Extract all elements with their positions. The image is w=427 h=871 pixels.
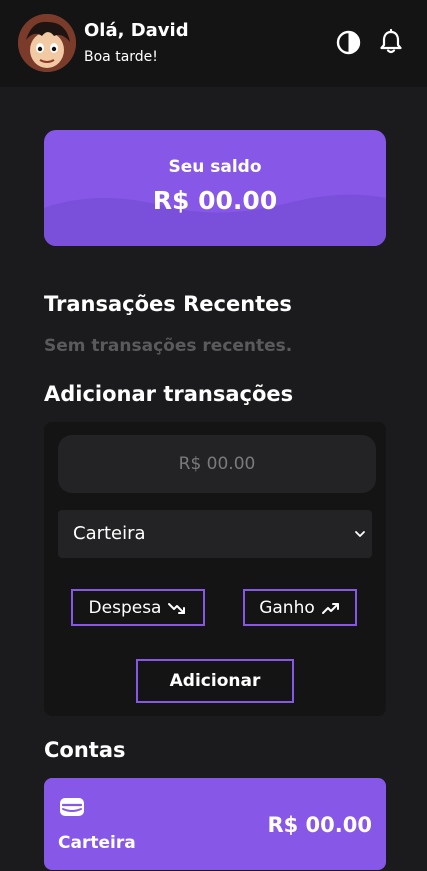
add-transaction-title: Adicionar transações: [44, 382, 294, 406]
contrast-icon: [336, 30, 360, 54]
trending-down-icon: [168, 602, 186, 614]
account-card[interactable]: Carteira R$ 00.00: [44, 778, 386, 870]
balance-card: Seu saldo R$ 00.00: [44, 130, 386, 246]
balance-value: R$ 00.00: [152, 186, 278, 215]
theme-toggle-button[interactable]: [335, 29, 361, 55]
expense-button[interactable]: Despesa: [71, 589, 205, 626]
recent-transactions-title: Transações Recentes: [44, 292, 292, 316]
top-bar: Olá, David Boa tarde!: [0, 0, 427, 87]
add-transaction-button[interactable]: Adicionar: [136, 659, 294, 703]
bell-icon: [380, 29, 402, 54]
amount-input[interactable]: [58, 435, 376, 493]
trending-up-icon: [321, 602, 339, 614]
income-label: Ganho: [259, 597, 315, 618]
wallet-icon: [60, 798, 84, 816]
income-button[interactable]: Ganho: [243, 589, 357, 626]
greeting-subtitle: Boa tarde!: [84, 49, 158, 65]
expense-label: Despesa: [88, 597, 162, 618]
add-transaction-button-label: Adicionar: [169, 671, 261, 691]
account-name: Carteira: [58, 833, 136, 853]
account-select-value: Carteira: [73, 523, 146, 544]
avatar-image: [18, 14, 76, 72]
recent-transactions-empty: Sem transações recentes.: [44, 336, 293, 356]
avatar[interactable]: [18, 14, 76, 72]
account-select[interactable]: Carteira: [58, 510, 372, 558]
greeting-title: Olá, David: [84, 20, 189, 41]
balance-label: Seu saldo: [168, 157, 262, 177]
accounts-title: Contas: [44, 738, 126, 762]
notifications-button[interactable]: [378, 29, 404, 55]
account-amount: R$ 00.00: [267, 813, 372, 837]
chevron-down-icon: [355, 531, 365, 537]
